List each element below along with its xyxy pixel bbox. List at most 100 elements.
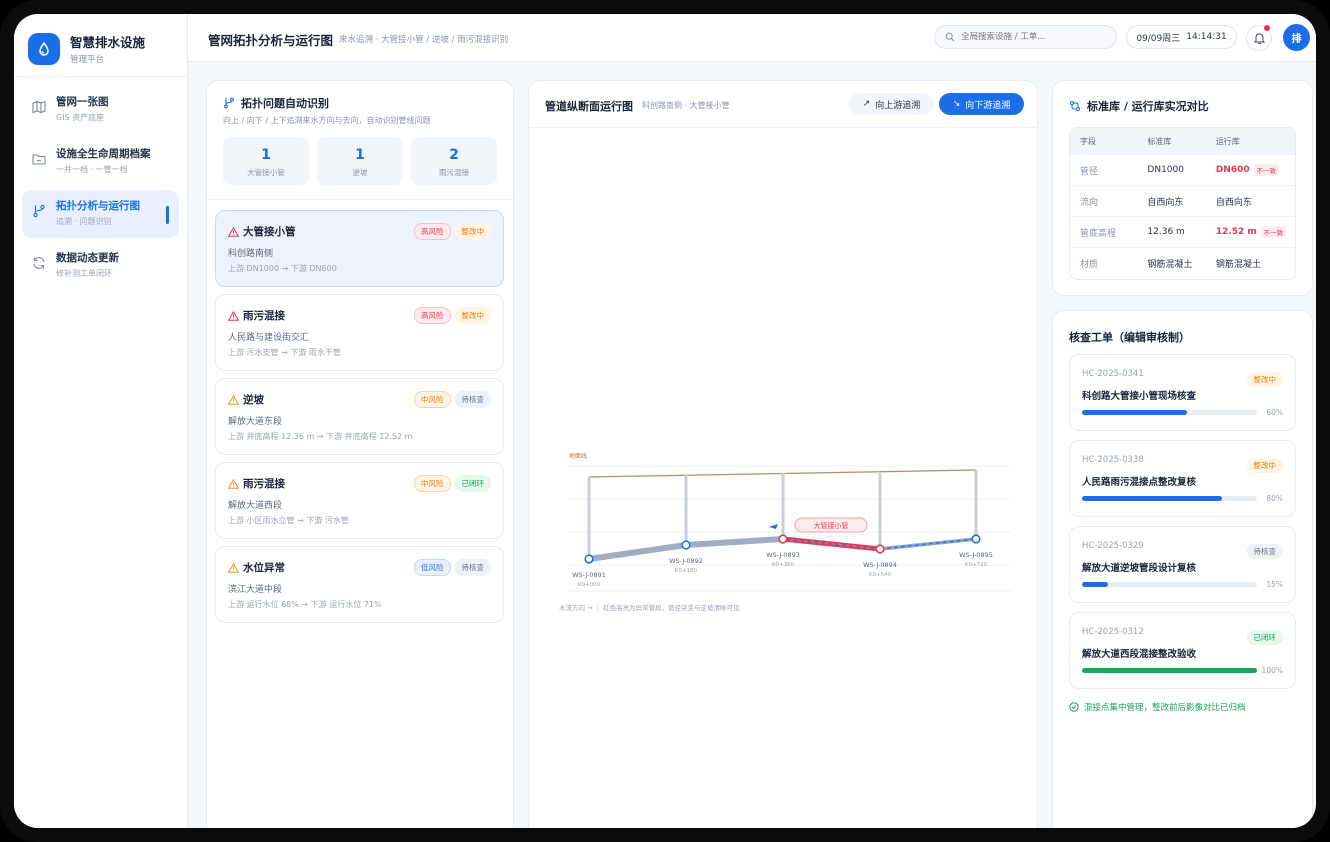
- progress-bar: [1082, 410, 1257, 415]
- issue-card[interactable]: 雨污混接 中风险 已闭环 解放大道西段 上游 小区雨水立管 → 下游 污水管: [215, 462, 504, 539]
- sidebar-item-data-update[interactable]: 数据动态更新 修补测工单闭环: [22, 242, 179, 290]
- stat-card[interactable]: 2 雨污混接: [411, 137, 497, 185]
- brand: 智慧排水设施 管理平台: [28, 32, 145, 65]
- issue-card[interactable]: 雨污混接 高风险 整改中 人民路与建设街交汇 上游 污水支管 → 下游 雨水干管: [215, 294, 504, 371]
- column-header: 字段: [1080, 136, 1096, 146]
- profile-subtitle: 科创路南侧 · 大管接小管: [642, 101, 730, 110]
- progress-fill: [1082, 668, 1257, 673]
- issue-title: 雨污混接: [243, 478, 285, 490]
- manhole-node[interactable]: [971, 534, 981, 544]
- progress-percent: 80%: [1266, 494, 1283, 503]
- table-row: 管径 DN1000 DN600 不一致: [1070, 155, 1295, 186]
- field-cell: 管底高程: [1080, 228, 1117, 239]
- check-circle-icon: [1069, 702, 1079, 712]
- refresh-icon: [33, 257, 45, 269]
- progress-bar: [1082, 582, 1257, 587]
- issue-card[interactable]: 逆坡 中风险 待核查 解放大道东段 上游 井底高程 12.36 m → 下游 井底…: [215, 378, 504, 455]
- manhole-node[interactable]: [778, 534, 788, 544]
- node-id: WS-J-0894: [863, 561, 897, 569]
- order-title: 科创路大管接小管现场核查: [1082, 391, 1197, 402]
- trace-downstream-button[interactable]: ↘ 向下游追溯: [939, 93, 1024, 115]
- search-icon: [945, 32, 955, 42]
- status-badge: 已闭环: [454, 475, 491, 492]
- time-text: 14:14:31: [1186, 32, 1227, 42]
- issue-card[interactable]: 水位异常 低风险 待核查 滨江大道中段 上游 运行水位 68% → 下游 运行水位…: [215, 546, 504, 623]
- stat-card[interactable]: 1 逆坡: [317, 137, 403, 185]
- node-id: WS-J-0893: [766, 551, 800, 559]
- mismatch-badge: 不一致: [1260, 226, 1287, 238]
- panel-title-text: 拓扑问题自动识别: [241, 97, 329, 110]
- runtime-cell: DN600: [1215, 165, 1250, 175]
- status-badge: 整改中: [1246, 372, 1283, 387]
- risk-badge: 高风险: [414, 307, 451, 324]
- datetime-display: 09/09周三 14:14:31: [1126, 25, 1237, 49]
- issue-location: 滨江大道中段: [228, 585, 283, 595]
- manhole-node[interactable]: [584, 554, 594, 564]
- manhole-node[interactable]: [681, 540, 691, 550]
- issue-title: 雨污混接: [243, 310, 285, 322]
- trace-downstream-label: 向下游追溯: [965, 100, 1011, 111]
- sidebar-item-gis-map[interactable]: 管网一张图 GIS 资产底座: [22, 86, 179, 134]
- brand-title: 智慧排水设施: [70, 35, 146, 50]
- manhole-node[interactable]: [875, 544, 885, 554]
- sidebar-item-lifecycle-archive[interactable]: 设施全生命周期档案 一井一档 · 一管一档: [22, 138, 179, 186]
- work-orders-panel: 核查工单（编辑审核制） HC-2025-0341 整改中 科创路大管接小管现场核…: [1052, 310, 1313, 828]
- mismatch-badge: 不一致: [1253, 164, 1280, 176]
- warning-icon: [228, 562, 239, 573]
- risk-badge: 中风险: [414, 475, 451, 492]
- panel-title: 核查工单（编辑审核制）: [1069, 331, 1190, 344]
- sidebar-item-label: 拓扑分析与运行图: [56, 200, 140, 212]
- work-order-card[interactable]: HC-2025-0329 待核查 解放大道逆坡管段设计复核 15%: [1069, 526, 1296, 603]
- sidebar-item-topology[interactable]: 拓扑分析与运行图 追溯 · 问题识别: [22, 190, 179, 238]
- order-number: HC-2025-0312: [1082, 627, 1144, 637]
- top-header: 管网拓扑分析与运行图 来水追溯 · 大管接小管 / 逆坡 / 雨污混接识别 09…: [188, 14, 1316, 62]
- stat-value: 1: [355, 147, 365, 163]
- panel-title: 拓扑问题自动识别: [223, 95, 329, 111]
- node-station: K0+000: [578, 582, 601, 588]
- sidebar-item-label: 数据动态更新: [56, 252, 119, 264]
- column-header: 标准库: [1147, 136, 1172, 146]
- profile-chart: 地面线 大管接小管 WS-J-0891 K0+000 WS-J-0892 K0+…: [569, 452, 1011, 592]
- order-number: HC-2025-0338: [1082, 455, 1144, 465]
- table-header-row: 字段 标准库 运行库: [1070, 128, 1295, 155]
- user-avatar[interactable]: 排: [1283, 24, 1310, 51]
- status-badge: 整改中: [1246, 458, 1283, 473]
- progress-fill: [1082, 410, 1187, 415]
- panel-divider: [207, 199, 513, 200]
- panel-subtitle: 向上 / 向下 / 上下追溯来水方向与去向，自动识别管线问题: [223, 116, 431, 125]
- topology-issues-panel: 拓扑问题自动识别 向上 / 向下 / 上下追溯来水方向与去向，自动识别管线问题 …: [206, 80, 514, 828]
- notification-button[interactable]: [1246, 25, 1272, 51]
- profile-panel: 管道纵断面运行图 科创路南侧 · 大管接小管 ↗ 向上游追溯 ↘ 向下游追溯 地面线: [528, 80, 1038, 828]
- table-row: 流向 自西向东 自西向东: [1070, 186, 1295, 217]
- work-order-card[interactable]: HC-2025-0338 整改中 人民路雨污混接点整改复核 80%: [1069, 440, 1296, 517]
- field-cell: 材质: [1080, 260, 1099, 270]
- issue-card[interactable]: 大管接小管 高风险 整改中 科创路南侧 上游 DN1000 → 下游 DN600: [215, 210, 504, 287]
- search-input[interactable]: [961, 32, 1101, 42]
- global-search[interactable]: [934, 25, 1117, 49]
- runtime-cell: 自西向东: [1215, 197, 1252, 208]
- order-title: 解放大道逆坡管段设计复核: [1082, 563, 1197, 574]
- risk-badge: 高风险: [414, 223, 451, 240]
- water-drop-logo-icon: [28, 32, 60, 65]
- work-order-card[interactable]: HC-2025-0341 整改中 科创路大管接小管现场核查 60%: [1069, 354, 1296, 431]
- active-indicator: [166, 206, 169, 224]
- progress-percent: 100%: [1261, 666, 1283, 675]
- status-badge: 整改中: [454, 307, 491, 324]
- work-order-card[interactable]: HC-2025-0312 已闭环 解放大道西段混接整改验收 100%: [1069, 612, 1296, 689]
- arrow-up-right-icon: ↗: [862, 99, 871, 109]
- stat-card[interactable]: 1 大管接小管: [223, 137, 309, 185]
- issue-location: 解放大道西段: [228, 501, 283, 511]
- trace-upstream-button[interactable]: ↗ 向上游追溯: [849, 93, 934, 115]
- notification-dot: [1264, 25, 1270, 31]
- risk-badge: 低风险: [414, 559, 451, 576]
- sidebar-nav: 管网一张图 GIS 资产底座 设施全生命周期档案 一井一档 · 一管一档 拓扑分析与…: [22, 86, 179, 294]
- node-id: WS-J-0892: [669, 557, 703, 565]
- sidebar-item-sub: 追溯 · 问题识别: [56, 217, 112, 226]
- progress-percent: 15%: [1266, 580, 1283, 589]
- branch-icon: [224, 97, 234, 109]
- stat-value: 1: [261, 147, 271, 163]
- sidebar-item-sub: 修补测工单闭环: [56, 269, 112, 278]
- chart-legend-note: 水流方向 → ｜ 红色高亮为异常管段，管径突变与逆坡清晰可见: [559, 604, 740, 612]
- sidebar-divider: [14, 76, 188, 77]
- profile-title: 管道纵断面运行图: [545, 100, 633, 113]
